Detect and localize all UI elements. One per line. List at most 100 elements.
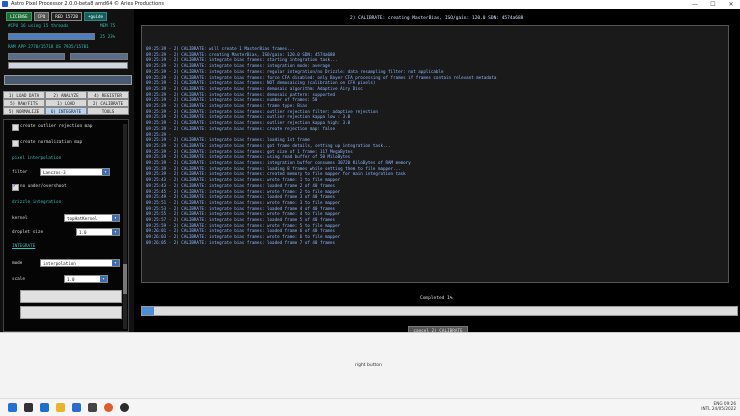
log-line: 09:25:39 - 2) CALIBRATE: integrate bias …: [146, 74, 497, 80]
tab-tools[interactable]: TOOLS: [87, 107, 129, 115]
ram-os-bar: [70, 53, 128, 60]
log-line: 09:25:43 - 2) CALIBRATE: integrate bias …: [146, 182, 336, 188]
log-console[interactable]: 09:25:39 - 2) CALIBRATE: will create 1 M…: [141, 25, 729, 283]
search-icon[interactable]: [24, 403, 33, 412]
tab-grid: 1) LOAD DATA 2) ANALYZE STARS 4) REGISTE…: [3, 91, 129, 115]
filter-select[interactable]: Lanczos-3 ▾: [40, 168, 110, 176]
tab-load[interactable]: 1) LOAD: [45, 99, 87, 107]
panel-scrollbar[interactable]: [123, 124, 127, 329]
log-line: 09:25:43 - 2) CALIBRATE: integrate bias …: [146, 177, 341, 183]
kernel-select-value: topHatKernel: [67, 216, 98, 221]
right-button[interactable]: right button: [0, 332, 740, 399]
outlier-map-checkbox[interactable]: [12, 124, 19, 131]
log-line: 09:25:39 - 2) CALIBRATE: integrate bias …: [146, 97, 318, 103]
log-line: 09:25:39 - 2) CALIBRATE: integrate bias …: [146, 63, 331, 69]
progress-bar: [141, 306, 738, 316]
taskbar: ENG 09:26 INTL 24/05/2022: [0, 398, 740, 416]
scale-label: scale: [12, 277, 25, 282]
droplet-select[interactable]: 1.0 ▾: [76, 228, 120, 236]
scale-select-value: 1.0: [67, 277, 75, 282]
log-line: 09:25:55 - 2) CALIBRATE: integrate bias …: [146, 211, 341, 217]
integrate-panel: create outlier rejection map create norm…: [3, 119, 129, 332]
cpu-bar: [8, 33, 95, 40]
window-controls: — ☐ ✕: [686, 0, 740, 9]
outlier-map-label: create outlier rejection map: [20, 124, 93, 129]
mode-label: mode: [12, 261, 23, 266]
windows-start-icon[interactable]: [8, 403, 17, 412]
app-icon: [2, 1, 8, 7]
mode-select[interactable]: interpolation ▾: [40, 259, 120, 267]
log-line: 09:25:39 - 2) CALIBRATE: integrate bias …: [146, 171, 406, 177]
drizzle-heading: drizzle integration: [12, 200, 62, 205]
tab-analyze-stars[interactable]: 2) ANALYZE STARS: [45, 91, 87, 106]
chevron-down-icon: ▾: [112, 260, 119, 266]
scale-select[interactable]: 1.0 ▾: [64, 275, 108, 283]
ram-total-bar: [8, 62, 128, 69]
log-line: 09:26:01 - 2) CALIBRATE: integrate bias …: [146, 228, 336, 234]
log-line: 09:25:59 - 2) CALIBRATE: integrate bias …: [146, 222, 341, 228]
lang-label-2[interactable]: INTL: [701, 406, 710, 411]
droplet-label: droplet size: [12, 230, 44, 235]
ram-stat: RAM APP 2770/15718 OS 7935/15781: [8, 44, 89, 49]
log-line: 09:25:39 - 2) CALIBRATE: integrate bias …: [146, 125, 336, 131]
log-line: 09:25:39 -: [146, 131, 172, 137]
chevron-down-icon: ▾: [100, 276, 107, 282]
window-title: Astro Pixel Processor 2.0.0-beta8 amd64 …: [11, 1, 164, 7]
kernel-label: kernel: [12, 216, 28, 221]
log-line: 09:25:39 - 2) CALIBRATE: integrate bias …: [146, 108, 378, 114]
pixel-interp-heading: pixel interpolation: [12, 156, 62, 161]
firefox-icon[interactable]: [104, 403, 113, 412]
kernel-select[interactable]: topHatKernel ▾: [64, 214, 120, 222]
filter-select-value: Lanczos-3: [43, 170, 66, 175]
maximize-button[interactable]: ☐: [704, 0, 722, 9]
ram-app-bar: [8, 53, 65, 60]
mem-percent: 25 23%: [100, 34, 116, 39]
droplet-select-value: 1.0: [79, 230, 87, 235]
tab-calibrate[interactable]: 2) CALIBRATE: [87, 99, 129, 107]
log-line: 09:25:39 - 2) CALIBRATE: integrate bias …: [146, 137, 310, 143]
completed-text: Completed 1%: [420, 296, 453, 301]
log-line: 09:25:49 - 2) CALIBRATE: integrate bias …: [146, 194, 336, 200]
log-line: 09:25:39 - 2) CALIBRATE: integrate bias …: [146, 165, 401, 171]
app-icon-black[interactable]: [88, 403, 97, 412]
mail-icon[interactable]: [40, 403, 49, 412]
close-button[interactable]: ✕: [722, 0, 740, 9]
tab-register[interactable]: 4) REGISTER: [87, 91, 129, 99]
scroll-thumb[interactable]: [123, 264, 127, 294]
clock-date[interactable]: 24/05/2022: [712, 406, 736, 411]
tab-raw-fits[interactable]: 5) RAW/FITS: [3, 99, 45, 107]
guide-button[interactable]: +guide: [83, 12, 108, 21]
tab-integrate[interactable]: 6) INTEGRATE: [45, 107, 87, 115]
chevron-down-icon: ▾: [112, 229, 119, 235]
panel-button-2[interactable]: [20, 306, 122, 319]
panel-button-1[interactable]: [20, 290, 122, 303]
no-under-checkbox[interactable]: [12, 183, 19, 191]
integrate-heading: INTEGRATE: [12, 244, 36, 249]
tab-normalize[interactable]: 5) NORMALIZE: [3, 107, 45, 115]
norm-map-label: create normalization map: [20, 140, 83, 145]
mem-stat: MEM 75: [100, 23, 116, 28]
log-line: 09:25:45 - 2) CALIBRATE: integrate bias …: [146, 188, 341, 194]
log-line: 09:25:39 - 2) CALIBRATE: integrate bias …: [146, 80, 376, 86]
folder-icon[interactable]: [56, 403, 65, 412]
minimize-button[interactable]: —: [686, 0, 704, 9]
log-line: 09:25:39 - 2) CALIBRATE: will create 1 M…: [146, 46, 295, 51]
log-line: 09:26:05 - 2) CALIBRATE: integrate bias …: [146, 239, 336, 245]
cpu-stat: #CPU 16 using 15 threads: [8, 23, 69, 28]
log-line: 09:25:39 - 2) CALIBRATE: integrate bias …: [146, 148, 353, 154]
workflow-button[interactable]: [4, 75, 132, 85]
cpu-button[interactable]: CPU: [33, 12, 50, 21]
red-button[interactable]: RED 1572B: [51, 12, 82, 21]
astro-app-icon[interactable]: [120, 403, 129, 412]
log-line: 09:25:39 - 2) CALIBRATE: integrate bias …: [146, 91, 336, 97]
edge-icon[interactable]: [72, 403, 81, 412]
chevron-down-icon: ▾: [112, 215, 119, 221]
norm-map-checkbox[interactable]: [12, 140, 19, 147]
log-line: 09:25:53 - 2) CALIBRATE: integrate bias …: [146, 205, 336, 211]
tab-load-data[interactable]: 1) LOAD DATA: [3, 91, 45, 99]
license-button[interactable]: LICENSE: [6, 12, 32, 21]
log-line: 09:25:39 - 2) CALIBRATE: integrate bias …: [146, 160, 411, 165]
log-line: 09:25:39 - 2) CALIBRATE: integrate bias …: [146, 114, 351, 120]
system-tray: ENG 09:26 INTL 24/05/2022: [701, 401, 736, 411]
log-line: 09:26:03 - 2) CALIBRATE: integrate bias …: [146, 234, 341, 240]
